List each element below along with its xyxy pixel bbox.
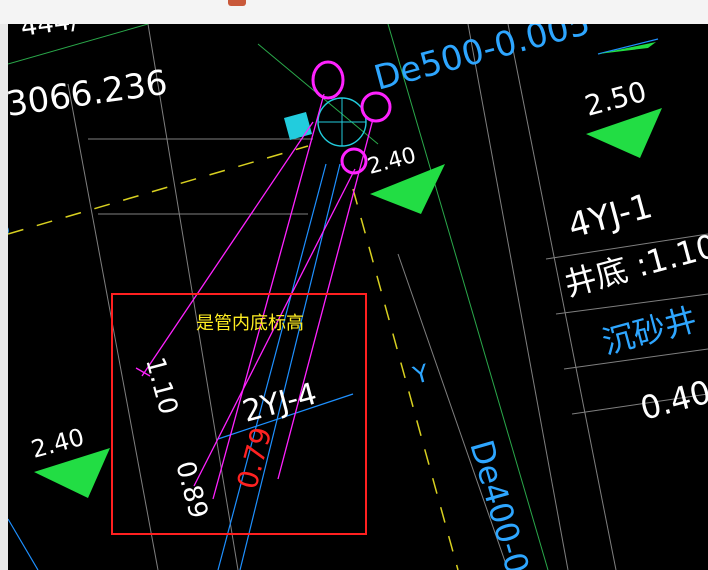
well-id-right: 4YJ-1 <box>564 186 657 247</box>
annotation-value-a: 1.10 <box>139 354 183 418</box>
yellow-dashed-pipe <box>8 145 459 570</box>
coordinate-label: 3066.236 <box>8 63 170 125</box>
drawing-svg: 444/ 3066.236 De500-0.005 500 2.50 2.40 … <box>8 24 708 570</box>
pipe-label-top: De500-0.005 <box>370 24 594 99</box>
elevation-mid: 2.40 <box>365 143 419 180</box>
left-panel-edge <box>0 24 8 570</box>
annotation-value-b: 0.89 <box>169 458 213 522</box>
window-top-bar <box>0 0 708 24</box>
annotation-box[interactable]: 是管内底标高 1.10 2YJ-4 0.89 0.79 <box>111 293 367 535</box>
partial-left-label: 500 <box>8 218 18 280</box>
app-tab-indicator[interactable] <box>228 0 246 6</box>
pipe-y-marker: Y <box>409 359 432 390</box>
elevation-top-right: 2.50 <box>581 75 650 123</box>
annotation-well-id: 2YJ-4 <box>239 376 321 429</box>
partial-top-left-label: 444/ <box>19 24 81 43</box>
cad-app: 444/ 3066.236 De500-0.005 500 2.50 2.40 … <box>0 0 708 570</box>
annotation-note: 是管内底标高 <box>196 313 304 334</box>
annotation-value-c: 0.79 <box>231 424 279 493</box>
drawing-canvas[interactable]: 444/ 3066.236 De500-0.005 500 2.50 2.40 … <box>8 24 708 570</box>
elevation-left: 2.40 <box>28 423 87 464</box>
elevation-right-bottom: 0.40 <box>636 373 708 428</box>
blue-pipes <box>8 38 659 570</box>
